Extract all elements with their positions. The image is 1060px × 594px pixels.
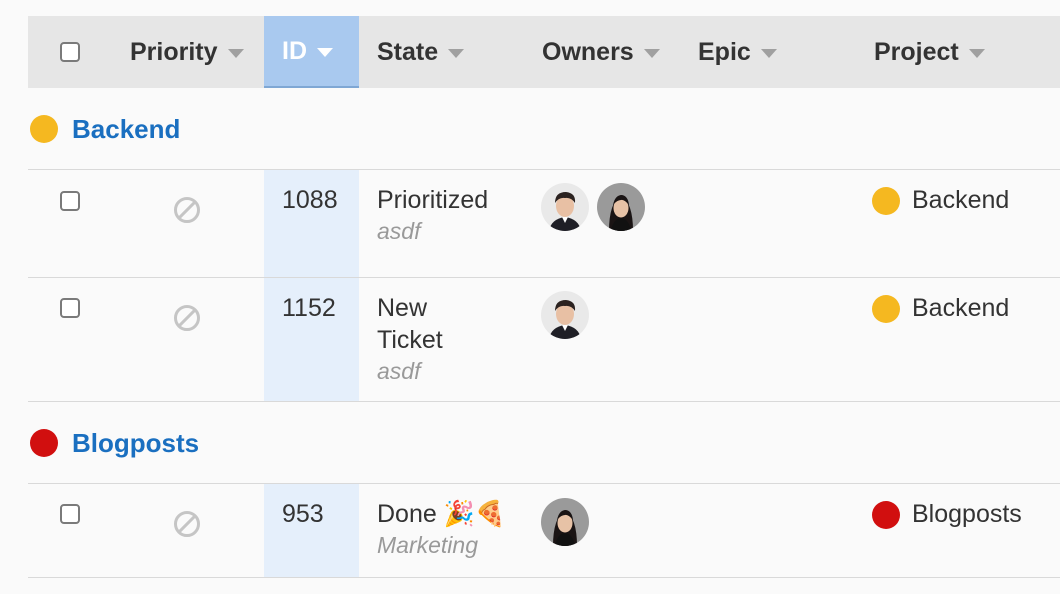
column-header-state[interactable]: State <box>377 16 465 88</box>
group-header-backend[interactable]: Backend <box>28 88 1060 170</box>
row-divider <box>28 577 1060 578</box>
column-label-owners: Owners <box>542 37 634 66</box>
row-checkbox[interactable] <box>60 191 80 211</box>
sort-caret-icon <box>448 48 465 58</box>
row-divider <box>28 169 1060 170</box>
row-divider <box>28 483 1060 484</box>
group-label[interactable]: Blogposts <box>72 428 199 459</box>
row-checkbox[interactable] <box>60 504 80 524</box>
column-header-owners[interactable]: Owners <box>542 16 660 88</box>
group-header-blogposts[interactable]: Blogposts <box>28 402 1060 484</box>
story-workflow: asdf <box>377 358 421 384</box>
group-color-dot <box>30 429 58 457</box>
column-label-project: Project <box>874 37 959 66</box>
story-workflow: asdf <box>377 218 421 244</box>
owner-avatar-woman[interactable] <box>541 498 589 546</box>
owner-avatar-man[interactable] <box>541 291 589 339</box>
column-label-epic: Epic <box>698 37 751 66</box>
story-state[interactable]: Prioritized <box>377 184 488 216</box>
project-name[interactable]: Blogposts <box>912 500 1022 529</box>
project-color-dot <box>872 295 900 323</box>
column-header-epic[interactable]: Epic <box>698 16 777 88</box>
project-color-dot <box>872 187 900 215</box>
column-header-project[interactable]: Project <box>874 16 985 88</box>
column-label-id: ID <box>282 36 307 65</box>
group-label[interactable]: Backend <box>72 114 180 145</box>
column-header-id[interactable]: ID <box>264 16 359 88</box>
table-header: Priority ID State Owners Epic Project <box>28 16 1060 88</box>
owner-avatar-man[interactable] <box>541 183 589 231</box>
column-label-priority: Priority <box>130 37 218 66</box>
row-checkbox[interactable] <box>60 298 80 318</box>
story-state[interactable]: Done 🎉🍕 <box>377 498 506 530</box>
story-workflow: Marketing <box>377 532 478 558</box>
sort-caret-icon <box>643 48 660 58</box>
owner-avatar-woman[interactable] <box>597 183 645 231</box>
project-color-dot <box>872 501 900 529</box>
no-priority-icon <box>174 511 200 537</box>
sort-caret-icon <box>968 48 985 58</box>
project-name[interactable]: Backend <box>912 186 1009 215</box>
no-priority-icon <box>174 197 200 223</box>
sort-caret-icon <box>760 48 777 58</box>
story-state-line2[interactable]: Ticket <box>377 324 443 356</box>
select-all-checkbox[interactable] <box>60 42 80 62</box>
sort-caret-icon <box>227 48 244 58</box>
story-id[interactable]: 953 <box>282 500 324 529</box>
story-state-line1[interactable]: New <box>377 292 427 324</box>
story-id[interactable]: 1152 <box>282 294 336 323</box>
story-id[interactable]: 1088 <box>282 186 338 215</box>
column-header-priority[interactable]: Priority <box>130 16 244 88</box>
group-color-dot <box>30 115 58 143</box>
no-priority-icon <box>174 305 200 331</box>
sort-caret-icon <box>317 47 333 57</box>
project-name[interactable]: Backend <box>912 294 1009 323</box>
row-divider <box>28 277 1060 278</box>
column-label-state: State <box>377 37 439 66</box>
